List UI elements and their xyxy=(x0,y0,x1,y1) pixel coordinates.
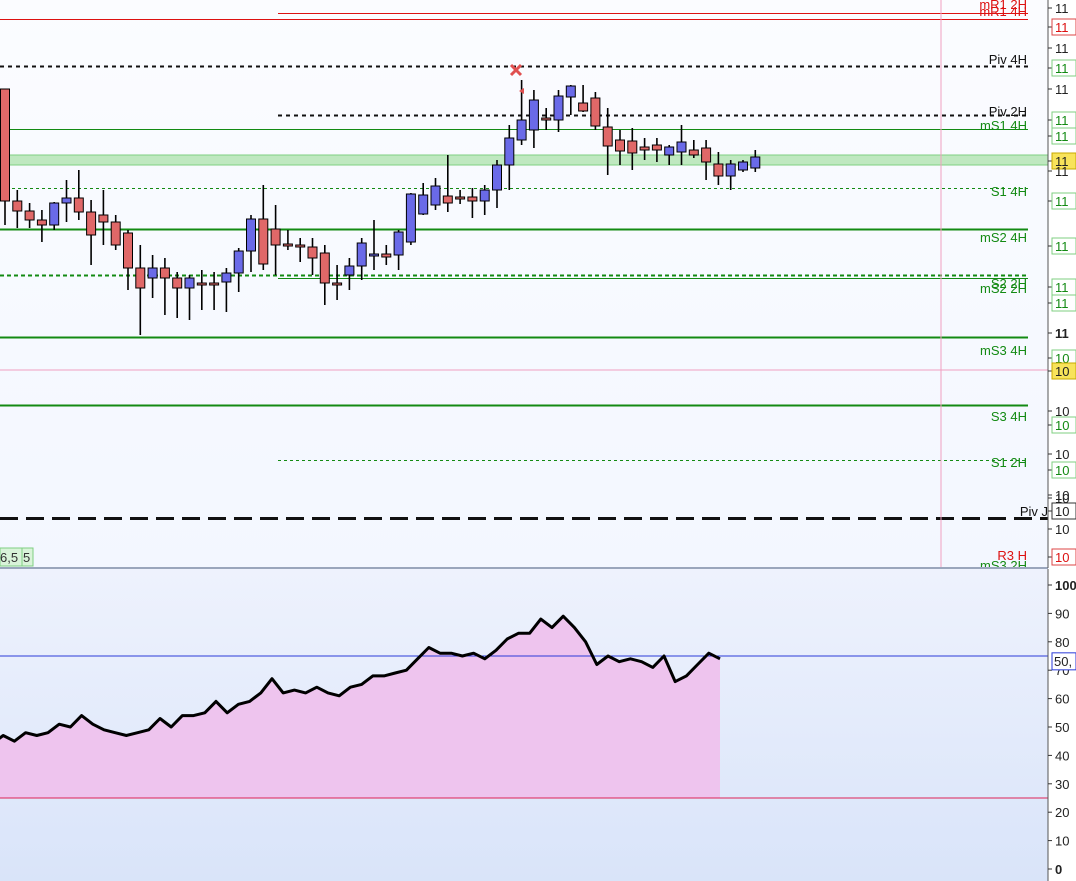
level-label-piv-4h: Piv 4H xyxy=(989,52,1027,67)
candle xyxy=(405,193,416,245)
price-tick-label: 11 xyxy=(1055,41,1069,56)
price-tick-label: 11 xyxy=(1055,113,1069,128)
level-label-s1-4h: S1 4H xyxy=(991,184,1027,199)
price-tick: 10 xyxy=(1048,362,1076,380)
rsi-panel[interactable] xyxy=(0,569,1048,881)
price-tick-label: 11 xyxy=(1055,194,1069,209)
price-tick-label: 10 xyxy=(1055,463,1069,478)
badge: 5 xyxy=(21,547,34,567)
price-tick-label: 10 xyxy=(1055,550,1069,565)
rsi-tick-label: 0 xyxy=(1055,862,1062,877)
badge-text: 5 xyxy=(23,550,30,565)
rsi-axis[interactable]: 100908070605040302010050, xyxy=(1047,569,1076,881)
price-tick-label: 11 xyxy=(1055,164,1069,179)
rsi-last-value-label: 50, xyxy=(1054,654,1072,669)
price-tick: 11 xyxy=(1048,59,1076,77)
candle xyxy=(738,160,748,172)
level-label-piv-2h: Piv 2H xyxy=(989,104,1027,119)
price-tick: 11 xyxy=(1048,18,1076,36)
price-tick: 10 xyxy=(1048,548,1076,566)
price-tick-label: 10 xyxy=(1055,522,1069,537)
level-label-s1-2h: S1 2H xyxy=(991,455,1027,470)
rsi-tick-label: 50 xyxy=(1055,720,1069,735)
price-tick-label: 10 xyxy=(1055,504,1069,519)
price-tick-label: 10 xyxy=(1055,491,1069,506)
rsi-tick-label: 80 xyxy=(1055,635,1069,650)
level-label-piv-j: Piv J xyxy=(1020,504,1048,519)
price-tick-label: 11 xyxy=(1055,296,1069,311)
price-tick: 10 xyxy=(1048,416,1076,434)
level-label-mr1-4h: mR1 4H xyxy=(979,4,1027,19)
current-price-zone xyxy=(0,154,1049,166)
price-tick-label: 11 xyxy=(1055,61,1069,76)
level-label-s3-4h: S3 4H xyxy=(991,409,1027,424)
price-tick: 11 xyxy=(1048,111,1076,129)
price-tick-label: 11 xyxy=(1055,82,1069,97)
price-tick: 11 xyxy=(1048,127,1076,145)
price-tick-label: 11 xyxy=(1055,326,1069,341)
price-tick: 10 xyxy=(1048,461,1076,479)
chart-canvas[interactable]: mR1 2HmR1 4HPiv 4HPiv 2HmS1 4HS1 4HmS2 4… xyxy=(0,0,1076,881)
price-tick-label: 10 xyxy=(1055,418,1069,433)
rsi-tick-label: 20 xyxy=(1055,805,1069,820)
rsi-tick-label: 30 xyxy=(1055,777,1069,792)
rsi-tick-label: 90 xyxy=(1055,606,1069,621)
price-tick-label: 11 xyxy=(1055,1,1069,16)
price-axis[interactable]: 1111111111111111111111111111101010101010… xyxy=(1047,0,1076,568)
rsi-tick-label: 40 xyxy=(1055,748,1069,763)
rsi-tick-label: 100 xyxy=(1055,578,1076,593)
price-tick-label: 11 xyxy=(1055,280,1069,295)
price-tick: 11 xyxy=(1048,294,1076,312)
price-tick: 11 xyxy=(1048,192,1076,210)
rsi-tick-label: 60 xyxy=(1055,692,1069,707)
badge: 6,5 xyxy=(0,547,23,567)
value-badges: 6,5 5 xyxy=(0,547,34,567)
badge-text: 6,5 xyxy=(0,550,18,565)
rsi-tick-label: 10 xyxy=(1055,834,1069,849)
price-tick-label: 11 xyxy=(1055,20,1069,35)
level-label-ms1-4h: mS1 4H xyxy=(980,118,1027,133)
price-tick: 11 xyxy=(1048,237,1076,255)
price-tick-label: 10 xyxy=(1055,447,1069,462)
level-label-ms3-4h: mS3 4H xyxy=(980,343,1027,358)
candle xyxy=(590,92,601,130)
level-label-ms2-4h: mS2 4H xyxy=(980,230,1027,245)
level-label-ms2-2h: mS2 2H xyxy=(980,281,1027,296)
price-tick-label: 11 xyxy=(1055,129,1069,144)
price-tick-label: 11 xyxy=(1055,239,1069,254)
price-tick: 11 xyxy=(1048,278,1076,296)
price-tick-label: 10 xyxy=(1055,364,1069,379)
rsi-last-value-badge: 50, xyxy=(1051,652,1076,671)
